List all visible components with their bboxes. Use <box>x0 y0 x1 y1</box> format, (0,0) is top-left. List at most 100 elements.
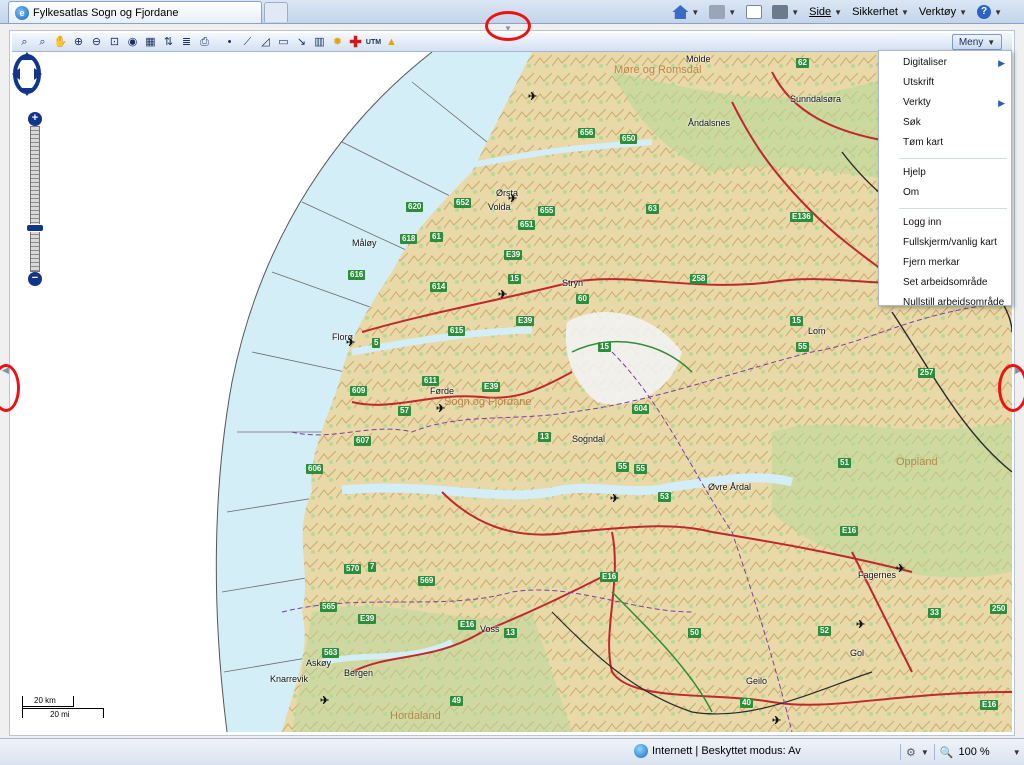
scale-line-mi <box>22 708 104 709</box>
help-menu[interactable]: ? ▼ <box>977 5 1002 19</box>
sun-icon[interactable]: ✹ <box>329 34 346 50</box>
command-bar: ▼ ▼ ▼ Side ▼ Sikkerhet ▼ Verktøy ▼ ? ▼ <box>672 2 1002 22</box>
help-icon: ? <box>977 5 992 19</box>
mail-button[interactable] <box>746 5 763 19</box>
browser-tab[interactable]: e Fylkesatlas Sogn og Fjordane <box>8 1 262 23</box>
zoom-in-icon[interactable]: ⊕ <box>70 34 87 50</box>
road-number: 611 <box>422 376 439 386</box>
airport-icon: ✈ <box>856 619 866 631</box>
terrain-icon[interactable]: ▲ <box>383 34 400 50</box>
region-label: Oppland <box>896 456 938 468</box>
rss-feed-icon <box>709 5 726 19</box>
menu-item-label: Verkty <box>903 97 931 108</box>
region-label: Hordaland <box>390 710 441 722</box>
point-icon[interactable]: • <box>221 34 238 50</box>
zoom-out-button[interactable]: − <box>28 272 42 286</box>
meny-button[interactable]: Meny ▼ <box>952 34 1002 50</box>
side-menu[interactable]: Side ▼ <box>809 6 842 18</box>
zoom-level-label[interactable]: 100 % <box>959 746 990 758</box>
road-number: 33 <box>928 608 941 618</box>
menu-item-om[interactable]: Om <box>879 183 1011 203</box>
airport-icon: ✈ <box>436 403 446 415</box>
menu-item-logg-inn[interactable]: Logg inn <box>879 213 1011 233</box>
menu-item-label: Hjelp <box>903 167 926 178</box>
map-canvas[interactable]: Møre og Romsdal Sogn og Fjordane Oppland… <box>12 52 1012 732</box>
new-tab-button[interactable] <box>264 2 288 22</box>
menu-item-hjelp[interactable]: Hjelp <box>879 163 1011 183</box>
menu-item-label: Set arbeidsområde <box>903 277 988 288</box>
place-label: Sogndal <box>572 434 606 444</box>
globe-icon[interactable]: ◉ <box>124 34 141 50</box>
road-number: E16 <box>980 700 999 710</box>
home-button[interactable]: ▼ <box>672 5 699 19</box>
road-number: 620 <box>406 202 424 212</box>
chevron-down-icon: ▼ <box>959 7 968 17</box>
feeds-button[interactable]: ▼ <box>709 5 736 19</box>
mail-icon <box>746 5 763 19</box>
zoom-in-button[interactable]: + <box>28 112 42 126</box>
binoculars-icon[interactable]: ⌕ <box>16 34 33 50</box>
utm-icon[interactable]: UTM <box>365 34 382 50</box>
road-number: 7 <box>368 562 377 572</box>
zoom-out-icon[interactable]: ⊖ <box>88 34 105 50</box>
place-label: Bergen <box>344 668 374 678</box>
security-zone-label: Internett | Beskyttet modus: Av <box>652 745 801 757</box>
red-cross-icon[interactable]: ✚ <box>347 34 364 50</box>
scale-icon[interactable]: ▦ <box>142 34 159 50</box>
zoom-extent-icon[interactable]: ⊡ <box>106 34 123 50</box>
menu-item-tom-kart[interactable]: Tøm kart <box>879 133 1011 153</box>
place-label: Sunndalsøra <box>790 94 842 104</box>
chevron-down-icon[interactable]: ▼ <box>691 8 699 17</box>
menu-item-utskrift[interactable]: Utskrift <box>879 73 1011 93</box>
measure-icon[interactable]: ↘ <box>293 34 310 50</box>
airport-icon: ✈ <box>772 715 782 727</box>
rectangle-icon[interactable]: ▭ <box>275 34 292 50</box>
menu-item-label: Fullskjerm/vanlig kart <box>903 237 997 248</box>
binoculars-2-icon[interactable]: ⌕ <box>34 34 51 50</box>
zoom-slider-track[interactable] <box>30 126 40 272</box>
airport-icon: ✈ <box>528 91 538 103</box>
chevron-down-icon[interactable]: ▼ <box>728 8 736 17</box>
road-number: E136 <box>790 212 813 222</box>
menu-item-fjern-merkar[interactable]: Fjern merkar <box>879 253 1011 273</box>
road-number: 569 <box>418 576 436 586</box>
book-icon[interactable]: ▥ <box>311 34 328 50</box>
airport-icon: ✈ <box>346 337 356 349</box>
road-number: 55 <box>796 342 809 352</box>
line-icon[interactable]: ⟋ <box>239 34 256 50</box>
polygon-icon[interactable]: ◿ <box>257 34 274 50</box>
menu-item-digitaliser[interactable]: Digitaliser ▶ <box>879 53 1011 73</box>
menu-item-verkty[interactable]: Verkty ▶ <box>879 93 1011 113</box>
road-number: E39 <box>516 316 535 326</box>
region-label: Sogn og Fjordane <box>444 396 532 408</box>
road-number: 52 <box>818 626 831 636</box>
pan-hand-icon[interactable]: ✋ <box>52 34 69 50</box>
pan-control[interactable] <box>12 52 42 96</box>
status-divider <box>933 744 935 760</box>
menu-item-fullskjerm[interactable]: Fullskjerm/vanlig kart <box>879 233 1011 253</box>
chevron-down-icon[interactable]: ▼ <box>921 748 929 757</box>
print-button[interactable]: ▼ <box>772 5 799 19</box>
road-number: E16 <box>600 572 619 582</box>
security-zone[interactable]: Internett | Beskyttet modus: Av <box>634 744 801 758</box>
transfer-icon[interactable]: ⇅ <box>160 34 177 50</box>
internet-zone-icon <box>634 744 648 758</box>
scale-mi-label: 20 mi <box>50 710 70 719</box>
layers-icon[interactable]: ≣ <box>178 34 195 50</box>
menu-item-set-arbeidsomrade[interactable]: Set arbeidsområde <box>879 273 1011 293</box>
menu-item-label: Tøm kart <box>903 137 943 148</box>
submenu-arrow-icon: ▶ <box>998 58 1005 68</box>
place-label: Voss <box>480 624 500 634</box>
tools-menu[interactable]: Verktøy ▼ <box>919 6 967 18</box>
print-icon[interactable]: ⎙ <box>196 34 213 50</box>
zoom-slider-handle[interactable] <box>26 224 44 232</box>
menu-item-nullstill-arbeidsomrade[interactable]: Nullstill arbeidsområde <box>879 293 1011 313</box>
chevron-down-icon[interactable]: ▼ <box>791 8 799 17</box>
road-number: 55 <box>616 462 629 472</box>
security-menu[interactable]: Sikkerhet ▼ <box>852 6 909 18</box>
settings-icon[interactable]: ⚙ <box>906 746 916 759</box>
menu-item-sok[interactable]: Søk <box>879 113 1011 133</box>
chevron-down-icon[interactable]: ▼ <box>1013 748 1021 757</box>
road-number: 651 <box>518 220 536 230</box>
toolbar-separator <box>214 34 220 50</box>
